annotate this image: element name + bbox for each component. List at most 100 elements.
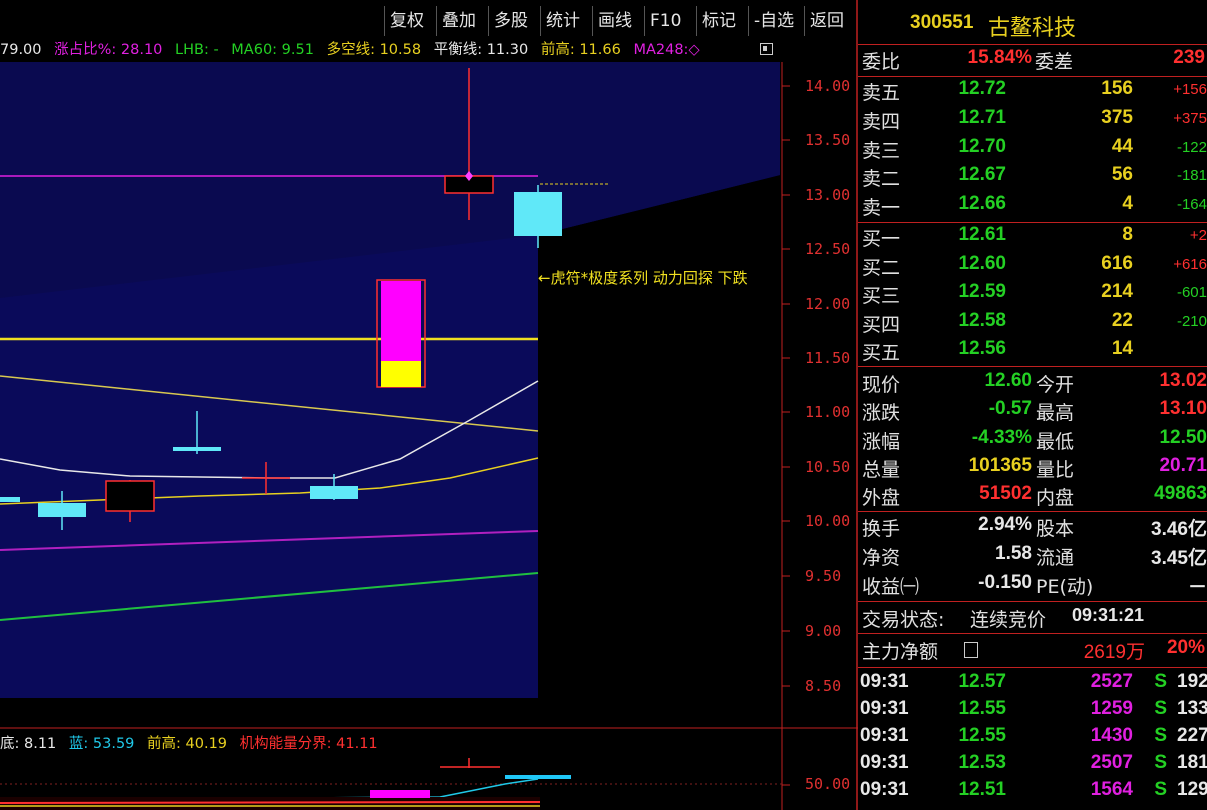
level-change: -181	[1176, 167, 1207, 185]
level-price: 12.61	[958, 224, 1006, 245]
stat-label: 内盘	[1036, 487, 1075, 510]
fund-label: 换手	[862, 518, 901, 540]
main-net-label: 主力净额	[862, 641, 939, 663]
price-tick: 9.50	[805, 567, 842, 585]
tick-row[interactable]: 09:31 12.51 1564 S 129	[858, 779, 1207, 805]
stat-label: 外盘	[862, 487, 901, 510]
level-change: -122	[1176, 138, 1207, 156]
toolbar: 复权 叠加 多股 统计 画线 F10 标记 -自选 返回	[384, 0, 858, 40]
overlay-button[interactable]: 叠加	[436, 6, 481, 36]
level-price: 12.58	[958, 309, 1006, 331]
order-book-row[interactable]: 买五 12.56 14	[858, 338, 1207, 366]
indicator-value: 前高: 40.19	[147, 736, 228, 752]
order-book-row[interactable]: 卖四 12.71 375 +375	[858, 107, 1207, 135]
tick-side: S	[1154, 698, 1167, 719]
stat-row: 涨幅 -4.33% 最低 12.50	[858, 427, 1207, 455]
candle	[514, 192, 562, 236]
level-price: 12.67	[958, 164, 1006, 186]
stat-label: 今开	[1036, 374, 1075, 396]
price-tick: 13.00	[805, 186, 851, 204]
statistics-button[interactable]: 统计	[540, 6, 585, 36]
kline-chart[interactable]	[0, 0, 858, 810]
order-book-row[interactable]: 卖一 12.66 4 -164	[858, 193, 1207, 221]
stat-value: -4.33%	[971, 426, 1032, 448]
level-label: 卖一	[862, 197, 901, 220]
back-button[interactable]: 返回	[804, 6, 849, 36]
level-change: +156	[1173, 81, 1207, 98]
stat-value: 20.71	[1159, 454, 1207, 476]
stat-value: 12.50	[1159, 426, 1207, 448]
panel-toggle-icon[interactable]	[760, 43, 773, 55]
tick-row[interactable]: 09:31 12.53 2507 S 181	[858, 752, 1207, 778]
level-price: 12.70	[958, 135, 1006, 157]
fundamental-row: 收益㈠ -0.150 PE(动) －	[858, 572, 1207, 600]
order-book-row[interactable]: 买四 12.58 22 -210	[858, 310, 1207, 338]
level-volume: 375	[1101, 106, 1133, 128]
order-book-row[interactable]: 卖五 12.72 156 +156	[858, 78, 1207, 106]
tick-row[interactable]: 09:31 12.55 1430 S 227	[858, 725, 1207, 751]
multi-stock-button[interactable]: 多股	[488, 6, 533, 36]
level-label: 买五	[862, 342, 901, 365]
list-icon[interactable]	[964, 642, 978, 658]
fundamental-row: 净资 1.58 流通 3.45亿	[858, 543, 1207, 571]
level-change: -164	[1176, 196, 1207, 214]
level-change: +375	[1173, 109, 1207, 127]
stat-row: 总量 101365 量比 20.71	[858, 455, 1207, 483]
level-price: 12.71	[958, 106, 1006, 128]
stat-label: 总量	[862, 458, 901, 481]
stat-value: -0.57	[988, 398, 1032, 420]
main-net-row: 主力净额 2619万 20%	[858, 637, 1207, 665]
price-tick: 12.00	[805, 295, 851, 313]
fund-value: －	[1187, 577, 1207, 598]
level-change: +616	[1173, 255, 1207, 273]
level-price: 12.56	[958, 338, 1006, 360]
indicator-value: MA248:◇	[633, 42, 700, 58]
level-price: 12.59	[958, 281, 1006, 303]
indicator-value: 79.00	[0, 42, 42, 58]
tick-volume: 2527	[1090, 671, 1133, 692]
tick-time: 09:31	[860, 698, 909, 719]
candle	[38, 503, 86, 517]
tick-extra: 133	[1177, 698, 1207, 719]
tick-side: S	[1154, 671, 1167, 692]
tick-extra: 192	[1177, 671, 1207, 692]
level-volume: 156	[1101, 78, 1133, 99]
order-book-row[interactable]: 买一 12.61 8 +2	[858, 224, 1207, 252]
order-book-row[interactable]: 买二 12.60 616 +616	[858, 253, 1207, 281]
indicator-value: 平衡线: 11.30	[433, 42, 529, 58]
indicator-value: LHB: -	[175, 42, 219, 58]
indicator-value: 蓝: 53.59	[68, 736, 135, 752]
draw-line-button[interactable]: 画线	[592, 6, 637, 36]
tick-extra: 227	[1177, 725, 1207, 746]
weibi-value: 15.84%	[967, 47, 1032, 68]
fund-label: PE(动)	[1036, 576, 1094, 598]
tick-volume: 1430	[1090, 725, 1133, 746]
level-volume: 56	[1111, 164, 1133, 186]
fund-value: -0.150	[978, 572, 1032, 593]
tick-row[interactable]: 09:31 12.55 1259 S 133	[858, 698, 1207, 724]
order-book-row[interactable]: 卖二 12.67 56 -181	[858, 164, 1207, 192]
stock-header: 300551 古鳌科技	[858, 8, 1207, 42]
order-book-row[interactable]: 卖三 12.70 44 -122	[858, 136, 1207, 164]
tick-extra: 181	[1177, 752, 1207, 773]
level-price: 12.60	[958, 252, 1006, 274]
order-book-row[interactable]: 买三 12.59 214 -601	[858, 281, 1207, 309]
stat-label: 涨跌	[862, 402, 901, 425]
level-volume: 4	[1122, 193, 1133, 215]
indicator-line-top: 79.00 涨占比%: 28.10 LHB: - MA60: 9.51 多空线:…	[0, 40, 708, 60]
price-tick: 14.00	[805, 77, 851, 95]
main-net-value: 2619万	[1083, 642, 1145, 663]
fund-value: 3.46亿	[1151, 519, 1207, 540]
f10-button[interactable]: F10	[644, 6, 686, 36]
restore-rights-button[interactable]: 复权	[384, 6, 429, 36]
tick-volume: 1259	[1090, 698, 1133, 719]
level-price: 12.66	[958, 193, 1006, 215]
tick-price: 12.51	[958, 779, 1006, 800]
indicator-line-bottom: 底: 8.11 蓝: 53.59 前高: 40.19 机构能量分界: 41.11	[0, 732, 386, 753]
level-volume: 8	[1122, 224, 1133, 245]
level-label: 卖四	[862, 110, 901, 133]
mark-button[interactable]: 标记	[696, 6, 741, 36]
tick-time: 09:31	[860, 671, 909, 692]
remove-watchlist-button[interactable]: -自选	[748, 6, 799, 36]
tick-row[interactable]: 09:31 12.57 2527 S 192	[858, 671, 1207, 697]
